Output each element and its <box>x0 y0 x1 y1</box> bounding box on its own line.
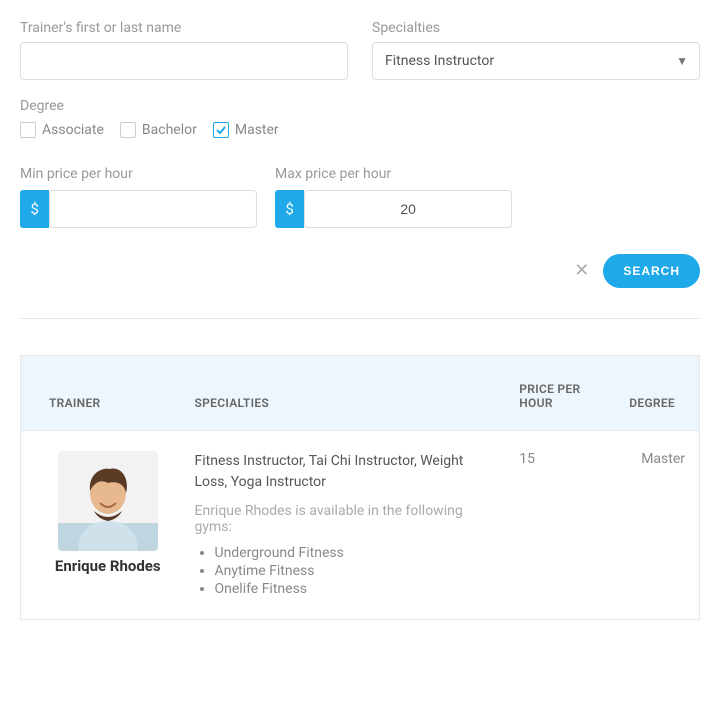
degree-associate-checkbox[interactable]: Associate <box>20 122 104 138</box>
trainer-name-input[interactable] <box>20 42 348 80</box>
checkbox-icon <box>20 122 36 138</box>
min-price-input[interactable] <box>49 190 257 228</box>
degree-label: Degree <box>20 98 700 114</box>
checkbox-checked-icon <box>213 122 229 138</box>
list-item: Onelife Fitness <box>215 581 492 597</box>
min-price-label: Min price per hour <box>20 166 257 182</box>
table-header-row: TRAINER SPECIALTIES PRICE PER HOUR DEGRE… <box>21 356 700 431</box>
degree-bachelor-label: Bachelor <box>142 122 197 138</box>
results-table: TRAINER SPECIALTIES PRICE PER HOUR DEGRE… <box>20 355 700 620</box>
table-row[interactable]: Enrique Rhodes Fitness Instructor, Tai C… <box>21 431 700 620</box>
col-trainer: TRAINER <box>21 356 181 431</box>
max-price-label: Max price per hour <box>275 166 512 182</box>
specialties-selected-value: Fitness Instructor <box>385 53 494 69</box>
col-price: PRICE PER HOUR <box>505 356 615 431</box>
max-price-input[interactable] <box>304 190 512 228</box>
availability-text: Enrique Rhodes is available in the follo… <box>195 503 492 535</box>
specialties-text: Fitness Instructor, Tai Chi Instructor, … <box>195 451 492 493</box>
specialties-label: Specialties <box>372 20 700 36</box>
currency-icon: $ <box>20 190 49 228</box>
degree-bachelor-checkbox[interactable]: Bachelor <box>120 122 197 138</box>
degree-associate-label: Associate <box>42 122 104 138</box>
avatar <box>58 451 158 551</box>
close-icon[interactable]: ✕ <box>574 262 589 280</box>
list-item: Underground Fitness <box>215 545 492 561</box>
checkbox-icon <box>120 122 136 138</box>
search-button[interactable]: SEARCH <box>603 254 700 288</box>
specialties-select[interactable]: Fitness Instructor <box>372 42 700 80</box>
trainer-name: Enrique Rhodes <box>49 557 167 577</box>
degree-master-checkbox[interactable]: Master <box>213 122 279 138</box>
currency-icon: $ <box>275 190 304 228</box>
price-value: 15 <box>505 431 615 620</box>
col-degree: DEGREE <box>615 356 699 431</box>
divider <box>20 318 700 319</box>
degree-master-label: Master <box>235 122 279 138</box>
name-label: Trainer's first or last name <box>20 20 348 36</box>
col-specialties: SPECIALTIES <box>181 356 506 431</box>
gyms-list: Underground Fitness Anytime Fitness Onel… <box>195 545 492 597</box>
list-item: Anytime Fitness <box>215 563 492 579</box>
degree-value: Master <box>615 431 699 620</box>
